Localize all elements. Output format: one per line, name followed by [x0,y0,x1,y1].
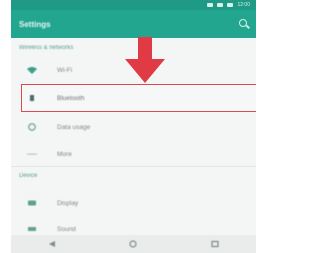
settings-item-label: Wi-Fi [57,66,73,74]
settings-item-label: Data usage [57,123,91,131]
app-bar: Settings [11,10,256,38]
phone-screen: 12:00 Settings Wireless & networks Wi-Fi… [11,0,256,253]
settings-item-label: Bluetooth [57,94,85,102]
settings-item-bluetooth[interactable]: Bluetooth [11,85,256,111]
signal-icon [217,3,224,7]
settings-item-data-usage[interactable]: Data usage [11,114,256,140]
section-divider [11,166,256,167]
settings-item-label: Sound [57,225,76,233]
settings-item-label: More [57,150,72,158]
home-icon[interactable] [128,240,138,248]
section-header-device: Device [19,173,38,179]
settings-item-more[interactable]: More [11,141,256,167]
back-icon[interactable] [47,240,57,248]
recents-icon[interactable] [210,240,220,248]
status-bar: 12:00 [11,0,256,10]
settings-item-label: Display [57,199,79,207]
wifi-icon [207,3,214,7]
display-icon [28,200,36,206]
status-time: 12:00 [237,2,250,8]
more-icon [27,153,37,155]
settings-item-display[interactable]: Display [11,190,256,216]
data-usage-icon [28,123,36,131]
section-header-wireless: Wireless & networks [19,45,74,51]
navigation-bar [11,235,256,253]
sound-icon [28,227,36,231]
page-title: Settings [19,19,51,29]
search-icon[interactable] [238,18,250,30]
arrow-down-icon [125,37,165,83]
bluetooth-icon [30,95,34,101]
battery-icon [227,3,234,7]
wifi-icon [27,67,37,74]
